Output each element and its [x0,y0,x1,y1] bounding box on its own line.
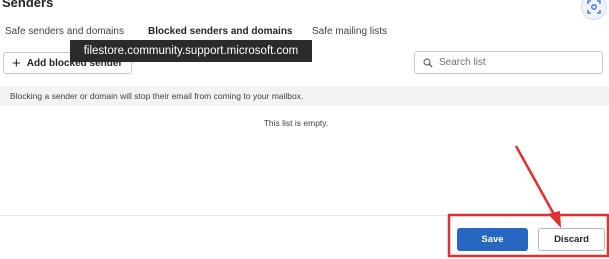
search-box[interactable] [414,51,603,74]
tab-blocked-senders[interactable]: Blocked senders and domains [148,26,293,37]
footer-divider [0,215,609,216]
tab-safe-senders[interactable]: Safe senders and domains [5,26,124,37]
search-input[interactable] [439,57,589,68]
discard-button[interactable]: Discard [538,228,605,251]
search-icon [423,58,433,68]
annotation-overlay [447,145,609,258]
tab-safe-mailing-lists[interactable]: Safe mailing lists [312,26,387,37]
url-tooltip: filestore.community.support.microsoft.co… [70,40,312,62]
scan-button[interactable] [581,0,607,20]
save-button[interactable]: Save [457,228,528,251]
scan-icon [587,0,601,14]
empty-list-message: This list is empty. [263,118,329,128]
annotation-arrow-head [548,211,561,228]
info-banner: Blocking a sender or domain will stop th… [0,86,609,106]
page-title: Senders [2,0,54,10]
annotation-arrow-shaft [514,145,558,219]
plus-icon: + [12,54,21,72]
